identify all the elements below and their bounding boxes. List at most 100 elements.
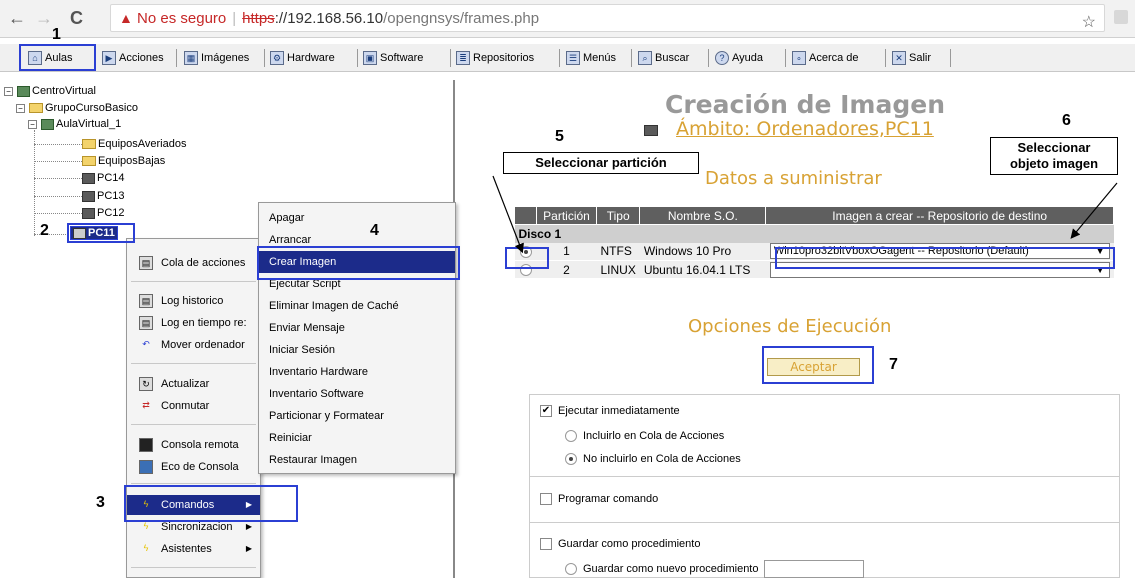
scope-link[interactable]: Ámbito: Ordenadores,PC11	[676, 118, 934, 140]
execute-now-option[interactable]: ✔ Ejecutar inmediatamente	[540, 405, 680, 417]
extension-icon[interactable]	[1114, 10, 1128, 24]
toolbar-acerca[interactable]: ∘ Acerca de	[792, 49, 859, 67]
toolbar-hardware[interactable]: ⚙ Hardware	[270, 49, 335, 67]
step-number: 6	[1062, 112, 1071, 129]
menu-log-tiempo-real[interactable]: ▤ Log en tiempo re:	[127, 313, 260, 333]
move-icon: ↶	[142, 339, 150, 349]
toolbar-imagenes[interactable]: ▦ Imágenes	[184, 49, 249, 67]
search-icon: ⌕	[638, 51, 652, 65]
collapse-icon[interactable]: −	[4, 86, 13, 96]
tree-pc14[interactable]: PC14	[82, 171, 125, 185]
submenu-inventario-software[interactable]: Inventario Software	[259, 383, 455, 405]
col-os: Nombre S.O.	[639, 206, 767, 225]
partition-type: NTFS	[596, 242, 640, 261]
menu-log-historico[interactable]: ▤ Log historico	[127, 291, 260, 311]
highlight-pc11	[67, 223, 135, 243]
menu-cola-acciones[interactable]: ▤ Cola de acciones	[127, 253, 260, 273]
submenu-eliminar-imagen-cache[interactable]: Eliminar Imagen de Caché	[259, 295, 455, 317]
toolbar-repositorios[interactable]: ≣ Repositorios	[456, 49, 534, 67]
not-include-queue-option[interactable]: No incluirlo en Cola de Acciones	[565, 453, 741, 465]
tree-pc12[interactable]: PC12	[82, 206, 125, 220]
tree-folder-bajas[interactable]: EquiposBajas	[82, 154, 165, 168]
step-number: 4	[370, 222, 379, 239]
include-queue-radio[interactable]	[565, 430, 577, 442]
warning-icon: ▲	[119, 10, 133, 26]
menu-actualizar[interactable]: ↻ Actualizar	[127, 374, 260, 394]
include-queue-option[interactable]: Incluirlo en Cola de Acciones	[565, 430, 724, 442]
folder-icon	[82, 156, 96, 166]
address-bar[interactable]: ▲ No es seguro | https://192.168.56.10/ope…	[110, 4, 1105, 32]
save-procedure-checkbox[interactable]	[540, 538, 552, 550]
col-image: Imagen a crear -- Repositorio de destino	[765, 206, 1114, 225]
submenu-reiniciar[interactable]: Reiniciar	[259, 427, 455, 449]
highlight-crear-imagen	[257, 246, 460, 280]
highlight-accept	[762, 346, 874, 384]
tree-classroom[interactable]: − AulaVirtual_1	[28, 117, 121, 131]
toolbar-acciones[interactable]: ▶ Acciones	[102, 49, 164, 67]
toolbar-buscar[interactable]: ⌕ Buscar	[638, 49, 689, 67]
save-new-procedure-option[interactable]: Guardar como nuevo procedimiento	[565, 560, 865, 578]
repositories-icon: ≣	[456, 51, 470, 65]
submenu-restaurar-imagen[interactable]: Restaurar Imagen	[259, 449, 455, 471]
submenu-enviar-mensaje[interactable]: Enviar Mensaje	[259, 317, 455, 339]
software-icon: ▣	[363, 51, 377, 65]
console-icon	[139, 438, 153, 452]
execution-options	[529, 394, 1120, 578]
save-procedure-option[interactable]: Guardar como procedimiento	[540, 538, 700, 550]
lightning-icon: ϟ	[143, 521, 149, 531]
computer-icon	[82, 190, 95, 202]
toolbar-ayuda[interactable]: ? Ayuda	[715, 49, 763, 67]
collapse-icon[interactable]: −	[16, 103, 25, 113]
tree-folder-averiados[interactable]: EquiposAveriados	[82, 137, 186, 151]
menus-icon: ☰	[566, 51, 580, 65]
menu-eco-consola[interactable]: Eco de Consola	[127, 457, 260, 477]
highlight-comandos	[124, 485, 298, 522]
tree-root[interactable]: − CentroVirtual	[4, 84, 96, 98]
tree-group[interactable]: − GrupoCursoBasico	[16, 101, 138, 115]
submenu-inventario-hardware[interactable]: Inventario Hardware	[259, 361, 455, 383]
reload-icon[interactable]: C	[70, 8, 83, 29]
submenu-iniciar-sesion[interactable]: Iniciar Sesión	[259, 339, 455, 361]
tree-pc13[interactable]: PC13	[82, 189, 125, 203]
back-icon[interactable]: ←	[8, 8, 26, 29]
datos-section-title: Datos a suministrar	[705, 168, 882, 189]
about-icon: ∘	[792, 51, 806, 65]
toolbar-software[interactable]: ▣ Software	[363, 49, 423, 67]
log-realtime-icon: ▤	[139, 316, 153, 330]
images-icon: ▦	[184, 51, 198, 65]
execute-now-checkbox[interactable]: ✔	[540, 405, 552, 417]
lightning-icon: ϟ	[143, 543, 149, 553]
forward-icon[interactable]: →	[35, 8, 53, 29]
toolbar-menus[interactable]: ☰ Menús	[566, 49, 616, 67]
browser-bar: ← → C ▲ No es seguro | https://192.168.56.…	[0, 0, 1135, 38]
schedule-checkbox[interactable]	[540, 493, 552, 505]
collapse-icon[interactable]: −	[28, 119, 37, 129]
menu-asistentes[interactable]: ϟ Asistentes ▶	[127, 539, 260, 559]
folder-icon	[82, 139, 96, 149]
menu-mover-ordenador[interactable]: ↶ Mover ordenador	[127, 335, 260, 355]
step-number: 2	[40, 222, 49, 239]
procedure-name-input[interactable]	[764, 560, 865, 578]
refresh-icon: ↻	[139, 377, 153, 391]
computer-icon	[82, 172, 95, 184]
insecure-label: No es seguro	[137, 10, 227, 27]
partition-os: Windows 10 Pro	[639, 242, 766, 261]
computer-icon	[82, 207, 95, 219]
save-new-procedure-radio[interactable]	[565, 563, 577, 575]
toolbar-salir[interactable]: ✕ Salir	[892, 49, 931, 67]
col-select	[514, 206, 537, 225]
bookmark-star-icon[interactable]: ☆	[1082, 10, 1096, 31]
not-include-queue-radio[interactable]	[565, 453, 577, 465]
disk-label: Disco 1	[514, 224, 1114, 243]
folder-icon	[29, 103, 43, 113]
menu-consola-remota[interactable]: Consola remota	[127, 435, 260, 455]
queue-icon: ▤	[139, 256, 153, 270]
submenu-particionar[interactable]: Particionar y Formatear	[259, 405, 455, 427]
url-host: ://192.168.56.10	[274, 10, 384, 27]
submenu-apagar[interactable]: Apagar	[259, 207, 455, 229]
computer-icon	[644, 125, 658, 136]
schedule-option[interactable]: Programar comando	[540, 493, 658, 505]
highlight-partition-radio	[505, 247, 549, 269]
menu-conmutar[interactable]: ⇄ Conmutar	[127, 396, 260, 416]
echo-console-icon	[139, 460, 153, 474]
